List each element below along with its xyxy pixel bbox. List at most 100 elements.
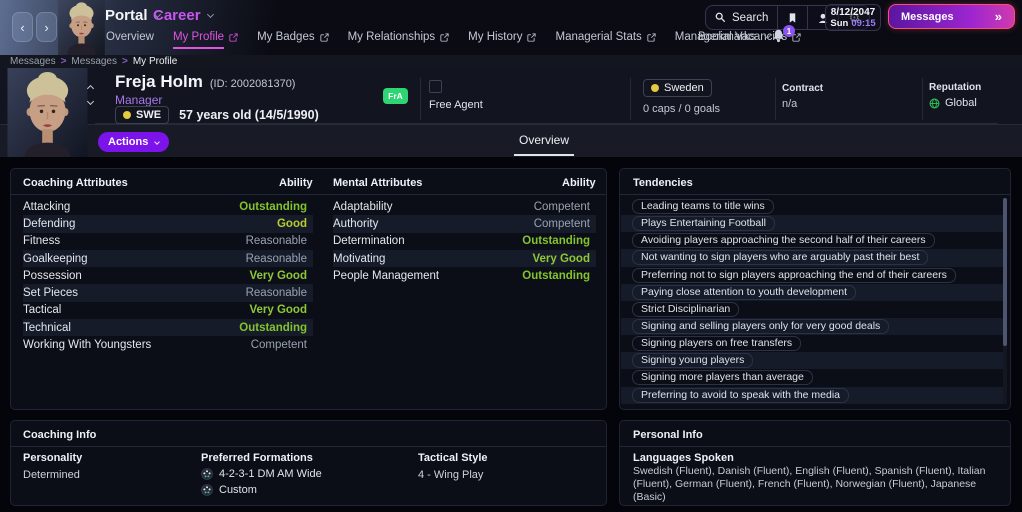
forward-button[interactable]: › (36, 12, 57, 42)
external-link-icon (647, 33, 656, 42)
tendency-row: Paying close attention to youth developm… (621, 284, 1003, 301)
chevron-up-icon[interactable] (87, 85, 94, 92)
personality-section: Personality Determined (23, 452, 82, 481)
tendency-pill: Signing more players than average (632, 370, 813, 385)
search-button[interactable]: Search (706, 6, 778, 29)
career-label: Career (153, 7, 201, 24)
tab-overview[interactable]: Overview (494, 131, 594, 149)
notification-badge: 1 (783, 25, 795, 37)
messages-button[interactable]: Messages » (888, 4, 1015, 29)
tendencies-list: Leading teams to title wins Plays Entert… (621, 198, 1003, 404)
tendency-pill: Signing young players (632, 353, 753, 368)
bookmark-button[interactable] (778, 6, 808, 29)
breadcrumb-current: My Profile (133, 56, 177, 67)
personality-label: Personality (23, 452, 82, 464)
tendency-pill: Plays Entertaining Football (632, 216, 775, 231)
sweden-flag-icon (651, 84, 659, 92)
attribute-row: AdaptabilityCompetent (333, 198, 596, 215)
nav-item-overview[interactable]: Overview (106, 31, 154, 49)
tactical-style-section: Tactical Style 4 - Wing Play (418, 452, 488, 481)
search-label: Search (732, 12, 768, 24)
manager-portrait (0, 68, 95, 157)
tendency-row: Signing players on free transfers (621, 335, 1003, 352)
portal-menu[interactable]: Portal (105, 7, 160, 24)
attribute-row: People ManagementOutstanding (333, 267, 596, 284)
tendency-pill: Strict Disciplinarian (632, 302, 739, 317)
reputation-label: Reputation (929, 82, 981, 93)
divider (775, 78, 776, 120)
tendencies-panel: Tendencies Leading teams to title wins P… (619, 168, 1011, 410)
coaching-attributes-title: Coaching Attributes (23, 177, 128, 189)
breadcrumb-item[interactable]: Messages (10, 56, 56, 67)
person-scroller (88, 86, 93, 104)
manager-id: (ID: 2002081370) (210, 78, 296, 90)
time-value: 09:15 (851, 18, 875, 29)
messages-label: Messages (901, 11, 954, 23)
tendency-row: Plays Entertaining Football (621, 215, 1003, 232)
ability-column-header: Ability (279, 177, 313, 189)
tactical-style-label: Tactical Style (418, 452, 488, 464)
formation-item: 4-2-3-1 DM AM Wide (201, 468, 322, 480)
personal-info-title: Personal Info (633, 429, 703, 441)
date-value: 8/12/2047 (831, 7, 876, 18)
nav-item-managerial-stats[interactable]: Managerial Stats (555, 31, 655, 49)
scrollbar-thumb[interactable] (1003, 198, 1007, 346)
attribute-row: PossessionVery Good (23, 267, 313, 284)
bookmark-icon (787, 12, 798, 24)
career-menu[interactable]: Career (153, 7, 213, 24)
divider (630, 78, 631, 120)
attribute-row: TacticalVery Good (23, 302, 313, 319)
attribute-row: TechnicalOutstanding (23, 319, 313, 336)
external-link-icon (527, 33, 536, 42)
chevron-down-icon (763, 32, 770, 39)
free-agent-badge: FrA (383, 88, 408, 104)
tendency-row: Preferring not to sign players approachi… (621, 267, 1003, 284)
breadcrumb-separator: > (122, 56, 128, 67)
back-button[interactable]: ‹ (12, 12, 33, 42)
divider (620, 446, 1010, 447)
attribute-row: AuthorityCompetent (333, 215, 596, 232)
nav-item-my-relationships[interactable]: My Relationships (348, 31, 450, 49)
top-bar: ‹ › (0, 0, 1022, 55)
nation-badge[interactable]: Sweden (643, 79, 712, 97)
tendencies-scrollbar[interactable] (1003, 198, 1007, 404)
breadcrumb-item[interactable]: Messages (71, 56, 117, 67)
divider (420, 78, 421, 120)
attributes-panel: Coaching Attributes Ability Mental Attri… (10, 168, 607, 410)
sweden-flag-icon (123, 111, 131, 119)
tendency-pill: Not wanting to sign players who are argu… (632, 250, 928, 265)
tendency-pill: Signing and selling players only for ver… (632, 319, 889, 334)
ability-column-header: Ability (562, 177, 596, 189)
tendency-row: Not wanting to sign players who are argu… (621, 249, 1003, 266)
manager-avatar (58, 0, 105, 55)
attribute-row: DefendingGood (23, 215, 313, 232)
bookmarks-dropdown[interactable]: Bookmarks (698, 31, 770, 43)
tendency-pill: Preferring to avoid to speak with the me… (632, 388, 849, 403)
tendency-row: Preferring to avoid to speak with the me… (621, 387, 1003, 404)
nav-item-my-badges[interactable]: My Badges (257, 31, 329, 49)
chevron-down-icon (155, 139, 161, 145)
attribute-row: AttackingOutstanding (23, 198, 313, 215)
divider (620, 194, 1010, 195)
coaching-info-panel: Coaching Info Personality Determined Pre… (10, 420, 607, 506)
caps-goals: 0 caps / 0 goals (643, 103, 720, 115)
nav-item-my-history[interactable]: My History (468, 31, 536, 49)
notification-button[interactable]: 1 (771, 28, 791, 48)
search-icon (715, 12, 726, 23)
chevron-down-icon[interactable] (87, 98, 94, 105)
tendency-pill: Paying close attention to youth developm… (632, 285, 856, 300)
game-date[interactable]: 8/12/2047 Sun 09:15 (825, 4, 881, 31)
nav-item-my-profile[interactable]: My Profile (173, 31, 238, 49)
club-status: Free Agent (429, 99, 483, 111)
mental-attributes-table: AdaptabilityCompetent AuthorityCompetent… (333, 198, 596, 284)
tactical-style-value: 4 - Wing Play (418, 469, 488, 481)
tendency-pill: Preferring not to sign players approachi… (632, 268, 956, 283)
preferred-formations-section: Preferred Formations 4-2-3-1 DM AM Wide (201, 452, 322, 496)
portal-label: Portal (105, 7, 148, 24)
app-window: ‹ › (0, 0, 1022, 512)
nationality-badge[interactable]: SWE (115, 106, 169, 124)
coaching-attributes-table: AttackingOutstanding DefendingGood Fitne… (23, 198, 313, 354)
actions-button[interactable]: Actions (98, 132, 169, 152)
external-link-icon (440, 33, 449, 42)
tendency-pill: Avoiding players approaching the second … (632, 233, 935, 248)
